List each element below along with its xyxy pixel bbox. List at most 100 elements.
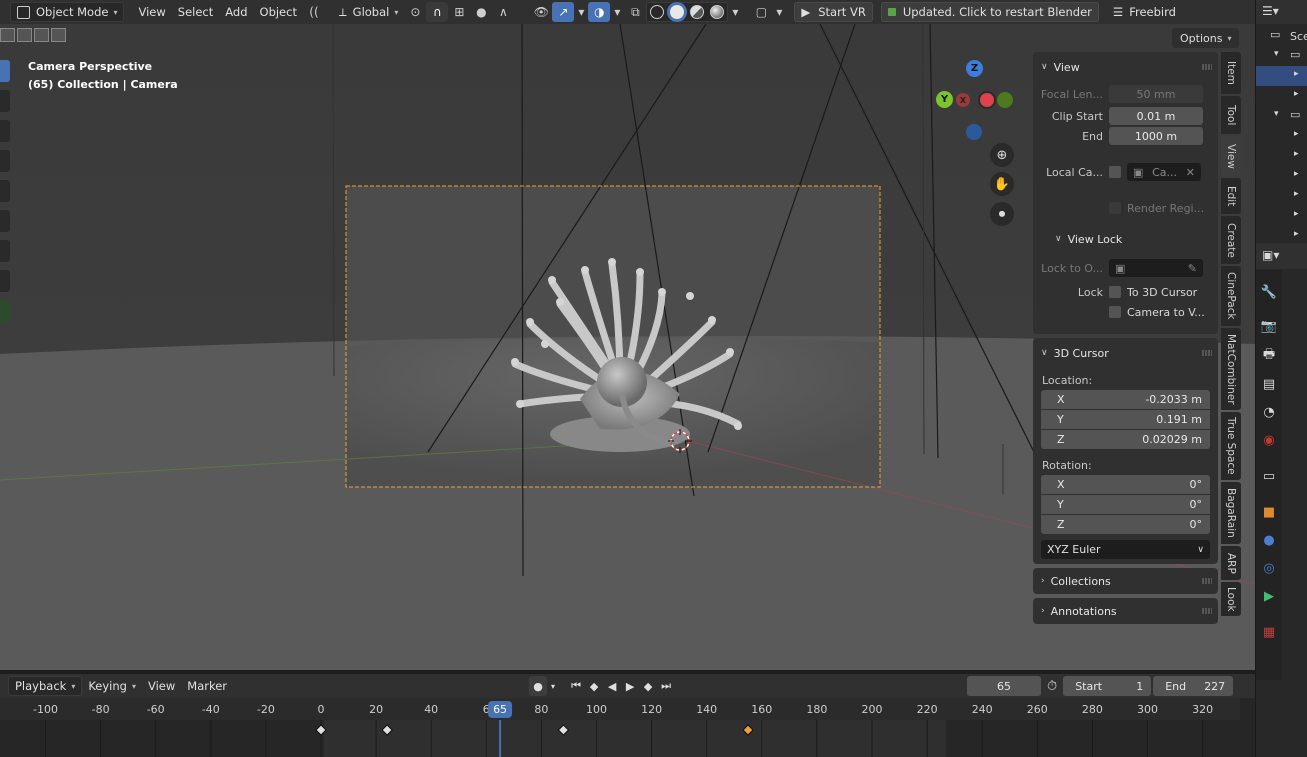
outliner-filter-icon[interactable]: ☰▾ [1262, 4, 1279, 18]
outliner-row[interactable]: ▸ [1256, 206, 1307, 226]
collection-properties-icon[interactable]: ▭ [1256, 468, 1282, 484]
overlay-dropdown-icon[interactable]: ▾ [574, 2, 588, 22]
pivot-icon[interactable]: ⊙ [404, 2, 426, 22]
options-button[interactable]: Options ▾ [1172, 28, 1240, 48]
camera-to-view-checkbox[interactable] [1109, 306, 1121, 318]
location-y-field[interactable]: Y 0.191 m [1041, 410, 1210, 429]
tab-bagarain[interactable]: BagaRain [1221, 482, 1241, 544]
outliner-row[interactable]: ▾ ▭ [1256, 46, 1307, 66]
jump-end-icon[interactable]: ⏭ [657, 676, 675, 696]
tool-properties-icon[interactable]: 🔧 [1256, 284, 1282, 300]
render-region-checkbox[interactable] [1109, 202, 1121, 214]
lock-to-cursor-checkbox[interactable] [1109, 286, 1121, 298]
menu-object[interactable]: Object [254, 2, 303, 22]
record-options-icon[interactable]: ▾ [547, 676, 559, 696]
tab-item[interactable]: Item [1221, 52, 1241, 94]
modifier-properties-icon[interactable]: ● [1256, 532, 1282, 548]
next-keyframe-icon[interactable]: ◆ [639, 676, 657, 696]
gizmo-toggle-icon[interactable]: ↗ [552, 2, 575, 22]
menu-add[interactable]: Add [219, 2, 253, 22]
tab-matcombiner[interactable]: MatCombiner [1221, 328, 1241, 410]
lock-to-object-field[interactable]: ▣ ✎ [1109, 259, 1203, 277]
move-tool-icon[interactable] [0, 120, 10, 142]
outliner-row[interactable]: ▸ [1256, 186, 1307, 206]
transform-orientation-dropdown[interactable]: ⟂ Global ▾ [333, 2, 404, 22]
view-lock-header[interactable]: ∨ View Lock [1033, 228, 1218, 250]
drag-grip-icon[interactable] [1202, 578, 1212, 584]
gizmo-y-axis-neg[interactable] [997, 92, 1013, 108]
pan-hand-icon[interactable]: ✋ [990, 172, 1014, 196]
outliner-row-selected[interactable]: ▸ [1256, 66, 1307, 86]
physics-properties-icon[interactable]: ◎ [1256, 560, 1282, 576]
drag-grip-icon[interactable] [1202, 64, 1212, 70]
tab-tool[interactable]: Tool [1221, 96, 1241, 134]
drag-grip-icon[interactable] [1202, 350, 1212, 356]
gizmo-x-axis-neg[interactable]: X [956, 93, 970, 107]
eyedropper-icon[interactable]: ✎ [1188, 262, 1197, 275]
clock-icon[interactable]: ⏱ [1047, 679, 1057, 694]
tab-edit[interactable]: Edit [1221, 178, 1241, 214]
location-z-field[interactable]: Z 0.02029 m [1041, 430, 1210, 449]
rendered-shading-icon[interactable] [710, 5, 725, 19]
tab-look[interactable]: Look [1221, 582, 1241, 616]
material-shading-icon[interactable] [690, 5, 705, 19]
outliner-row[interactable]: ▸ [1256, 166, 1307, 186]
snap-target-icon[interactable]: ⊞ [448, 2, 470, 22]
view-layer-icon[interactable]: ▤ [1256, 376, 1282, 392]
world-properties-icon[interactable]: ◉ [1256, 432, 1282, 448]
outliner-row[interactable]: ▸ [1256, 86, 1307, 106]
tab-cinepack[interactable]: CinePack [1221, 266, 1241, 326]
clip-end-field[interactable]: 1000 m [1109, 127, 1203, 145]
clear-icon[interactable]: ✕ [1186, 166, 1195, 179]
timeline-ruler[interactable]: -100 -80 -60 -40 -20 0 20 40 6 80 100 120 140 160 180 2… [0, 698, 1240, 720]
transform-tool-icon[interactable] [0, 210, 10, 232]
gizmo-z-axis-neg[interactable] [966, 124, 982, 140]
gizmo-x-axis[interactable] [978, 91, 996, 109]
rotation-z-field[interactable]: Z 0° [1041, 515, 1210, 534]
xray-icon[interactable]: ⧉ [624, 2, 646, 22]
drag-grip-icon[interactable] [1202, 608, 1212, 614]
overlays-icon[interactable]: ◑ [588, 2, 611, 22]
gizmo-z-axis[interactable]: Z [966, 60, 983, 77]
tab-arp[interactable]: ARP [1221, 546, 1241, 580]
end-frame-field[interactable]: End 227 [1153, 676, 1234, 696]
start-frame-field[interactable]: Start 1 [1063, 676, 1152, 696]
gizmo-y-axis[interactable]: Y [936, 91, 953, 108]
select-box-icon[interactable] [0, 28, 15, 42]
timeline-view-menu[interactable]: View [142, 676, 181, 696]
add-cube-tool-icon[interactable] [0, 300, 10, 322]
select-extend-icon[interactable] [17, 28, 32, 42]
annotate-tool-icon[interactable] [0, 240, 10, 262]
scale-tool-icon[interactable] [0, 180, 10, 202]
editor-extra-dropdown[interactable]: ▾ [772, 2, 786, 22]
select-subtract-icon[interactable] [34, 28, 49, 42]
start-vr-button[interactable]: ▶ Start VR [794, 2, 873, 22]
outliner-row[interactable]: ▾ ▭ [1256, 106, 1307, 126]
tab-view[interactable]: View [1221, 136, 1241, 176]
camera-view-icon[interactable]: ⏺ [990, 202, 1014, 226]
restart-blender-button[interactable]: Updated. Click to restart Blender [880, 2, 1099, 22]
local-camera-checkbox[interactable] [1109, 166, 1121, 178]
play-icon[interactable]: ▶ [621, 676, 639, 696]
local-camera-field[interactable]: ▣ Ca... ✕ [1127, 163, 1201, 181]
view-panel-header[interactable]: ∨ View [1033, 56, 1218, 78]
texture-properties-icon[interactable]: ▦ [1256, 624, 1282, 640]
jump-start-icon[interactable]: ⏮ [567, 676, 585, 696]
render-properties-icon[interactable]: 📷 [1256, 318, 1282, 334]
wireframe-shading-icon[interactable] [650, 5, 665, 19]
select-tool-icon[interactable] [0, 60, 10, 82]
gesture-icon[interactable]: (( [303, 2, 325, 22]
outliner-row[interactable]: ▸ [1256, 126, 1307, 146]
focal-length-field[interactable]: 50 mm [1109, 85, 1203, 103]
current-frame-field[interactable]: 65 [967, 676, 1042, 696]
select-invert-icon[interactable] [51, 28, 66, 42]
measure-tool-icon[interactable] [0, 270, 10, 292]
solid-shading-icon[interactable] [670, 5, 685, 19]
rotation-y-field[interactable]: Y 0° [1041, 495, 1210, 514]
clip-start-field[interactable]: 0.01 m [1109, 107, 1203, 125]
cursor-tool-icon[interactable] [0, 90, 10, 112]
play-reverse-icon[interactable]: ◀ [603, 676, 621, 696]
playback-menu[interactable]: Playback ▾ [8, 676, 83, 696]
proportional-edit-icon[interactable]: ● [470, 2, 492, 22]
rotate-tool-icon[interactable] [0, 150, 10, 172]
